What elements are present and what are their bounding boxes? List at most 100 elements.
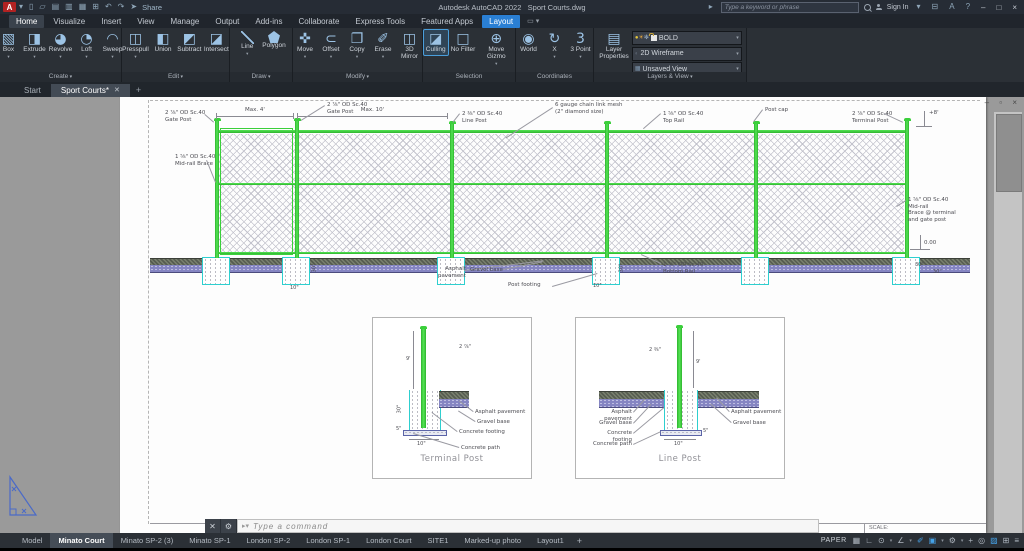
scrollbar-thumb[interactable] bbox=[996, 114, 1022, 192]
layout-tab-minato-sp-2-3[interactable]: Minato SP-2 (3) bbox=[113, 533, 182, 548]
erase-button[interactable]: ✐Erase▾ bbox=[371, 30, 395, 59]
revolve-button[interactable]: ◕Revolve▾ bbox=[49, 30, 73, 59]
ribbon-tab-view[interactable]: View bbox=[130, 15, 161, 28]
layout-tab-minato-sp-1[interactable]: Minato SP-1 bbox=[181, 533, 238, 548]
customization-menu-icon[interactable]: ≡ bbox=[1014, 533, 1019, 548]
move-button[interactable]: ✜Move▾ bbox=[293, 30, 317, 59]
3d-mirror-button[interactable]: ◫3D Mirror bbox=[397, 30, 422, 62]
sign-in-caret-icon[interactable]: ▾ bbox=[917, 0, 921, 14]
culling-button[interactable]: ◪Culling bbox=[424, 30, 448, 55]
layout-tab-london-sp-2[interactable]: London SP-2 bbox=[239, 533, 299, 548]
new-file-icon[interactable]: ▯ bbox=[29, 2, 33, 11]
isolate-objects-icon[interactable]: ◎ bbox=[978, 533, 985, 548]
save-icon[interactable]: ▤ bbox=[52, 2, 60, 11]
loft-button[interactable]: ◔Loft▾ bbox=[75, 30, 99, 59]
command-customize-wrench-icon[interactable]: ⚙ bbox=[221, 519, 237, 533]
layout-tab-layout1[interactable]: Layout1 bbox=[529, 533, 572, 548]
open-folder-icon[interactable]: ▱ bbox=[39, 2, 45, 11]
vertical-scrollbar[interactable] bbox=[994, 112, 1022, 533]
help-icon[interactable]: ? bbox=[966, 0, 970, 14]
panel-label-coordinates[interactable]: Coordinates bbox=[516, 72, 593, 82]
minimize-button[interactable]: – bbox=[981, 3, 985, 12]
clean-screen-icon[interactable]: ⊞ bbox=[1003, 533, 1010, 548]
panel-label-layers-view[interactable]: Layers & View bbox=[594, 72, 746, 82]
layout-tab-london-sp-1[interactable]: London SP-1 bbox=[298, 533, 358, 548]
file-tab-start[interactable]: Start bbox=[14, 84, 51, 97]
layout-tab-london-court[interactable]: London Court bbox=[358, 533, 419, 548]
3-point-button[interactable]: 33 Point▾ bbox=[569, 30, 593, 59]
app-store-cart-icon[interactable]: ⊟ bbox=[932, 0, 939, 14]
layout-tab-marked-up-photo[interactable]: Marked-up photo bbox=[456, 533, 529, 548]
ribbon-tab-home[interactable]: Home bbox=[9, 15, 44, 28]
layer-properties-button[interactable]: ▤ Layer Properties bbox=[598, 30, 630, 62]
redo-icon[interactable]: ↷ bbox=[118, 2, 125, 11]
share-icon[interactable]: ➤ bbox=[130, 2, 137, 11]
command-close-icon[interactable]: ✕ bbox=[205, 519, 221, 533]
ribbon-display-toggle-icon[interactable]: ▭ ▾ bbox=[527, 17, 539, 25]
grid-icon[interactable]: ▦ bbox=[853, 533, 861, 548]
save-as-icon[interactable]: ▥ bbox=[65, 2, 73, 11]
crosshair-icon[interactable]: + bbox=[968, 533, 973, 548]
ribbon-tab-output[interactable]: Output bbox=[208, 15, 246, 28]
logo-caret-icon[interactable]: ▾ bbox=[19, 0, 23, 14]
subtract-button[interactable]: ◩Subtract bbox=[177, 30, 202, 55]
visual-style-select[interactable]: ◐ 2D Wireframe ▾ bbox=[632, 47, 742, 61]
layout-tab-minato-court[interactable]: Minato Court bbox=[50, 533, 112, 548]
chevron-down-icon[interactable]: ▾ bbox=[890, 538, 893, 544]
polar-tracking-icon[interactable]: ⊙ bbox=[878, 533, 885, 548]
offset-button[interactable]: ⊂Offset▾ bbox=[319, 30, 343, 59]
paper-space-toggle[interactable]: PAPER bbox=[821, 537, 847, 544]
panel-label-modify[interactable]: Modify bbox=[293, 72, 422, 82]
autodesk-account-icon[interactable]: A bbox=[949, 0, 954, 14]
layer-select[interactable]: ●☀✻ BOLD ▾ bbox=[632, 31, 742, 45]
snap-mode-icon[interactable]: ∟ bbox=[865, 533, 873, 548]
sign-in-avatar-icon[interactable] bbox=[876, 4, 882, 10]
panel-label-draw[interactable]: Draw bbox=[230, 72, 292, 82]
drawing-viewport[interactable]: Max. 4' Max. 10' 2 ⅞" OD Sc.40 Gate Post… bbox=[0, 97, 1024, 533]
close-button[interactable]: × bbox=[1012, 3, 1017, 12]
workspace-gear-icon[interactable]: ⚙ bbox=[949, 533, 956, 548]
object-snap-icon[interactable]: ∠ bbox=[897, 533, 904, 548]
new-layout-button[interactable]: + bbox=[572, 536, 587, 546]
ribbon-tab-featured-apps[interactable]: Featured Apps bbox=[414, 15, 480, 28]
undo-icon[interactable]: ↶ bbox=[105, 2, 112, 11]
search-icon[interactable] bbox=[864, 4, 871, 11]
maximize-button[interactable]: □ bbox=[996, 3, 1001, 12]
move-gizmo-button[interactable]: ⊕Move Gizmo▾ bbox=[478, 30, 514, 66]
layout-tab-site1[interactable]: SITE1 bbox=[420, 533, 457, 548]
print-icon[interactable]: ⊞ bbox=[92, 2, 99, 11]
command-input[interactable]: ▸▾ Type a command bbox=[237, 519, 819, 533]
osnap-square-icon[interactable]: ▣ bbox=[929, 533, 937, 548]
file-tab-sport-courts[interactable]: Sport Courts*✕ bbox=[51, 84, 130, 97]
chevron-down-icon[interactable]: ▾ bbox=[941, 538, 944, 544]
panel-label-edit[interactable]: Edit bbox=[122, 72, 229, 82]
panel-label-selection[interactable]: Selection bbox=[423, 72, 515, 82]
ribbon-tab-express-tools[interactable]: Express Tools bbox=[348, 15, 412, 28]
viewport-window-controls[interactable]: – ▫ × bbox=[985, 98, 1021, 107]
graphics-performance-icon[interactable]: ▨ bbox=[990, 533, 998, 548]
ribbon-tab-manage[interactable]: Manage bbox=[163, 15, 206, 28]
new-drawing-tab-button[interactable]: + bbox=[136, 84, 141, 97]
copy-button[interactable]: ❐Copy▾ bbox=[345, 30, 369, 59]
close-tab-icon[interactable]: ✕ bbox=[114, 84, 120, 97]
search-input[interactable]: Type a keyword or phrase bbox=[721, 2, 859, 13]
ribbon-tab-layout[interactable]: Layout bbox=[482, 15, 520, 28]
panel-label-create[interactable]: Create bbox=[0, 72, 121, 82]
no-filter-button[interactable]: □No Filter bbox=[450, 30, 477, 55]
ribbon-tab-visualize[interactable]: Visualize bbox=[46, 15, 92, 28]
ribbon-tab-insert[interactable]: Insert bbox=[94, 15, 128, 28]
box-button[interactable]: ▧Box▾ bbox=[0, 30, 21, 59]
polygon-button[interactable]: Polygon bbox=[261, 30, 287, 51]
annotation-pencil-icon[interactable]: ✐ bbox=[917, 533, 924, 548]
x-button[interactable]: ↻X▾ bbox=[543, 30, 567, 59]
union-button[interactable]: ◧Union bbox=[151, 30, 175, 55]
intersect-button[interactable]: ◪Intersect bbox=[204, 30, 229, 55]
autocad-logo[interactable]: A bbox=[3, 2, 16, 12]
presspull-button[interactable]: ◫Presspull▾ bbox=[122, 30, 149, 59]
search-expand-icon[interactable]: ▸ bbox=[709, 0, 713, 14]
world-button[interactable]: ◉World bbox=[517, 30, 541, 55]
layout-tab-model[interactable]: Model bbox=[14, 533, 50, 548]
chevron-down-icon[interactable]: ▾ bbox=[961, 538, 964, 544]
extrude-button[interactable]: ◨Extrude▾ bbox=[23, 30, 47, 59]
sweep-button[interactable]: ◠Sweep▾ bbox=[101, 30, 125, 59]
